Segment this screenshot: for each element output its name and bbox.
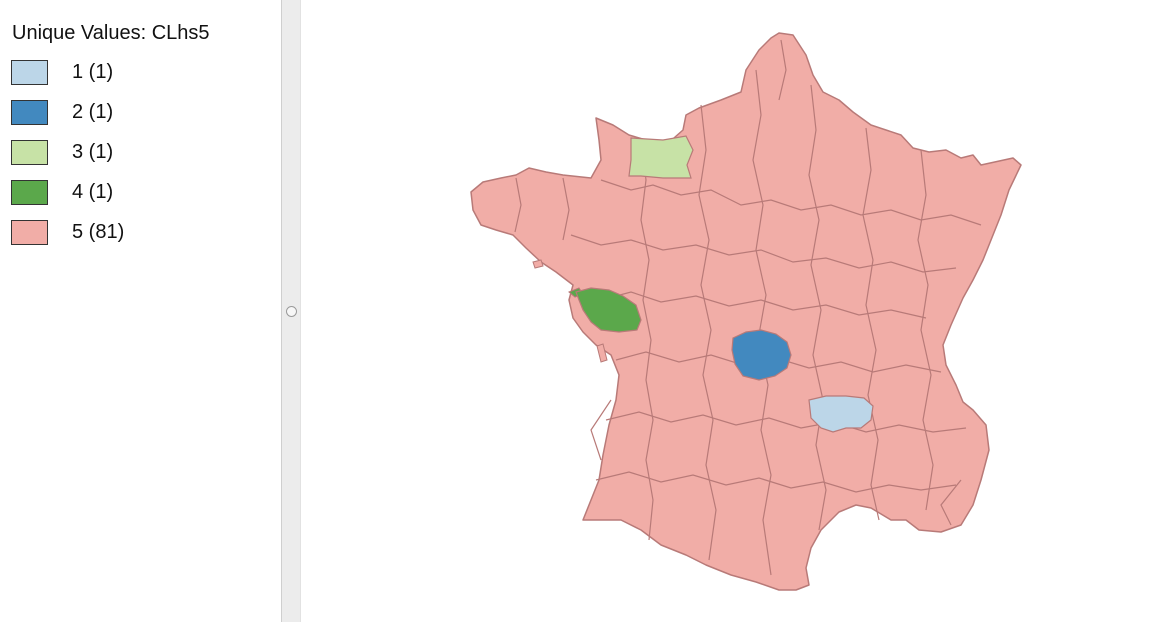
legend-item-3[interactable]: 3 (1) [11,140,124,180]
legend-item-2[interactable]: 2 (1) [11,100,124,140]
legend-item-4[interactable]: 4 (1) [11,180,124,220]
legend-title: Unique Values: CLhs5 [12,22,210,44]
legend-swatch-2 [11,100,48,125]
legend-panel: Unique Values: CLhs5 1 (1) 2 (1) 3 (1) 4… [0,0,281,622]
legend-label-4: 4 (1) [72,181,114,203]
legend-swatch-3 [11,140,48,165]
legend-label-1: 1 (1) [72,61,114,83]
legend-swatch-1 [11,60,48,85]
legend-label-3: 3 (1) [72,141,114,163]
legend-swatch-4 [11,180,48,205]
map-island-belle-ile [532,259,544,269]
splitter-handle[interactable] [286,306,297,317]
pane-splitter[interactable] [281,0,301,622]
legend-swatch-5 [11,220,48,245]
map-region-category-3[interactable] [628,135,694,179]
map-canvas[interactable] [301,0,1169,622]
legend-list: 1 (1) 2 (1) 3 (1) 4 (1) 5 (81) [11,60,124,260]
legend-item-5[interactable]: 5 (81) [11,220,124,260]
legend-label-5: 5 (81) [72,221,125,243]
choropleth-map[interactable] [301,0,1169,622]
map-region-base[interactable] [470,32,1022,591]
legend-label-2: 2 (1) [72,101,114,123]
legend-item-1[interactable]: 1 (1) [11,60,124,100]
